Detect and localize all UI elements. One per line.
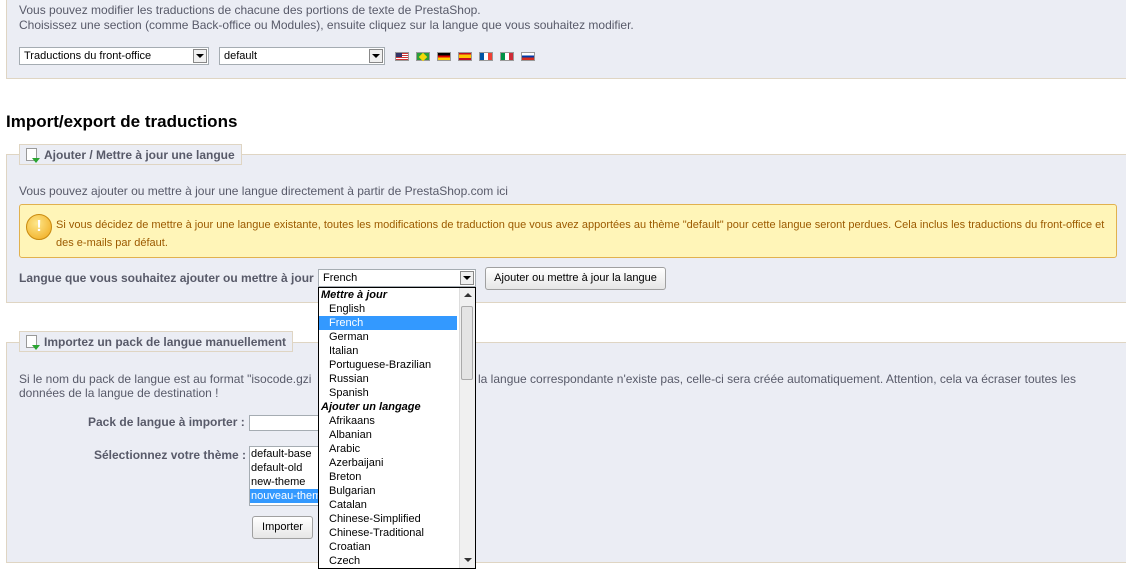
- warning-line-2: des e-mails par défaut.: [56, 237, 168, 249]
- chevron-down-icon: [369, 49, 383, 63]
- flag-it-icon[interactable]: [500, 52, 514, 61]
- language-select[interactable]: French: [318, 269, 476, 287]
- theme-select[interactable]: default: [219, 47, 385, 65]
- theme-label: Sélectionnez votre thème :: [94, 448, 247, 462]
- theme-option-selected[interactable]: nouveau-them: [250, 489, 320, 503]
- chevron-down-icon: [460, 271, 474, 285]
- manual-import-desc-right: la langue correspondante n'existe pas, c…: [478, 372, 1076, 386]
- document-add-icon: [26, 148, 40, 163]
- language-dropdown-list[interactable]: Mettre à jour English French German Ital…: [318, 287, 476, 569]
- manual-import-desc-left: Si le nom du pack de langue est au forma…: [19, 372, 312, 386]
- dropdown-group-add: Ajouter un langage: [321, 401, 421, 413]
- dropdown-option[interactable]: Albanian: [319, 428, 457, 442]
- pack-label: Pack de langue à importer :: [88, 415, 245, 429]
- scroll-down-icon[interactable]: [464, 558, 472, 562]
- pack-file-input[interactable]: [249, 415, 321, 431]
- dropdown-option-selected[interactable]: French: [319, 316, 457, 330]
- warning-icon: !: [26, 214, 52, 240]
- intro-line-2: Choisissez une section (comme Back-offic…: [19, 18, 634, 32]
- add-update-description: Vous pouvez ajouter ou mettre à jour une…: [19, 184, 508, 198]
- dropdown-option[interactable]: Czech: [319, 554, 457, 568]
- dropdown-option[interactable]: English: [319, 302, 457, 316]
- intro-line-1: Vous pouvez modifier les traductions de …: [19, 3, 481, 17]
- scrollbar-thumb[interactable]: [461, 306, 473, 380]
- section-select[interactable]: Traductions du front-office: [19, 47, 209, 65]
- manual-import-legend: Importez un pack de langue manuellement: [19, 331, 294, 352]
- warning-box: !: [19, 204, 1117, 258]
- dropdown-option[interactable]: Bulgarian: [319, 484, 457, 498]
- dropdown-option[interactable]: Russian: [319, 372, 457, 386]
- dropdown-option[interactable]: Spanish: [319, 386, 457, 400]
- manual-import-desc-line-2: données de la langue de destination !: [19, 386, 219, 400]
- chevron-down-icon: [193, 49, 207, 63]
- theme-listbox[interactable]: default-base default-old new-theme nouve…: [249, 446, 321, 506]
- flag-fr-icon[interactable]: [479, 52, 493, 61]
- import-button[interactable]: Importer: [252, 516, 313, 539]
- flag-us-icon[interactable]: [395, 52, 409, 61]
- dropdown-option[interactable]: Afrikaans: [319, 414, 457, 428]
- theme-option[interactable]: default-old: [250, 461, 320, 475]
- language-label: Langue que vous souhaitez ajouter ou met…: [19, 271, 322, 285]
- dropdown-option[interactable]: Catalan: [319, 498, 457, 512]
- dropdown-option[interactable]: Portuguese-Brazilian: [319, 358, 457, 372]
- theme-select-value: default: [224, 50, 258, 62]
- section-select-value: Traductions du front-office: [24, 50, 152, 62]
- dropdown-option[interactable]: Chinese-Traditional: [319, 526, 457, 540]
- dropdown-option[interactable]: German: [319, 330, 457, 344]
- dropdown-option[interactable]: Azerbaijani: [319, 456, 457, 470]
- document-add-icon: [26, 335, 40, 350]
- theme-option[interactable]: new-theme: [250, 475, 320, 489]
- dropdown-option[interactable]: Italian: [319, 344, 457, 358]
- flag-br-icon[interactable]: [416, 52, 430, 61]
- warning-line-1: Si vous décidez de mettre à jour une lan…: [56, 219, 1105, 231]
- dropdown-option[interactable]: Chinese-Simplified: [319, 512, 457, 526]
- theme-option[interactable]: default-base: [250, 447, 320, 461]
- dropdown-option[interactable]: Arabic: [319, 442, 457, 456]
- flag-ru-icon[interactable]: [521, 52, 535, 61]
- dropdown-scrollbar[interactable]: [459, 288, 475, 568]
- flag-es-icon[interactable]: [458, 52, 472, 61]
- add-update-language-button[interactable]: Ajouter ou mettre à jour la langue: [485, 267, 666, 290]
- dropdown-option[interactable]: Croatian: [319, 540, 457, 554]
- dropdown-option[interactable]: Breton: [319, 470, 457, 484]
- dropdown-group-update: Mettre à jour: [321, 289, 388, 301]
- flag-de-icon[interactable]: [437, 52, 451, 61]
- import-export-heading: Import/export de traductions: [6, 112, 238, 131]
- language-select-value: French: [323, 272, 358, 284]
- scroll-up-icon[interactable]: [464, 293, 472, 297]
- add-update-legend: Ajouter / Mettre à jour une langue: [19, 144, 242, 165]
